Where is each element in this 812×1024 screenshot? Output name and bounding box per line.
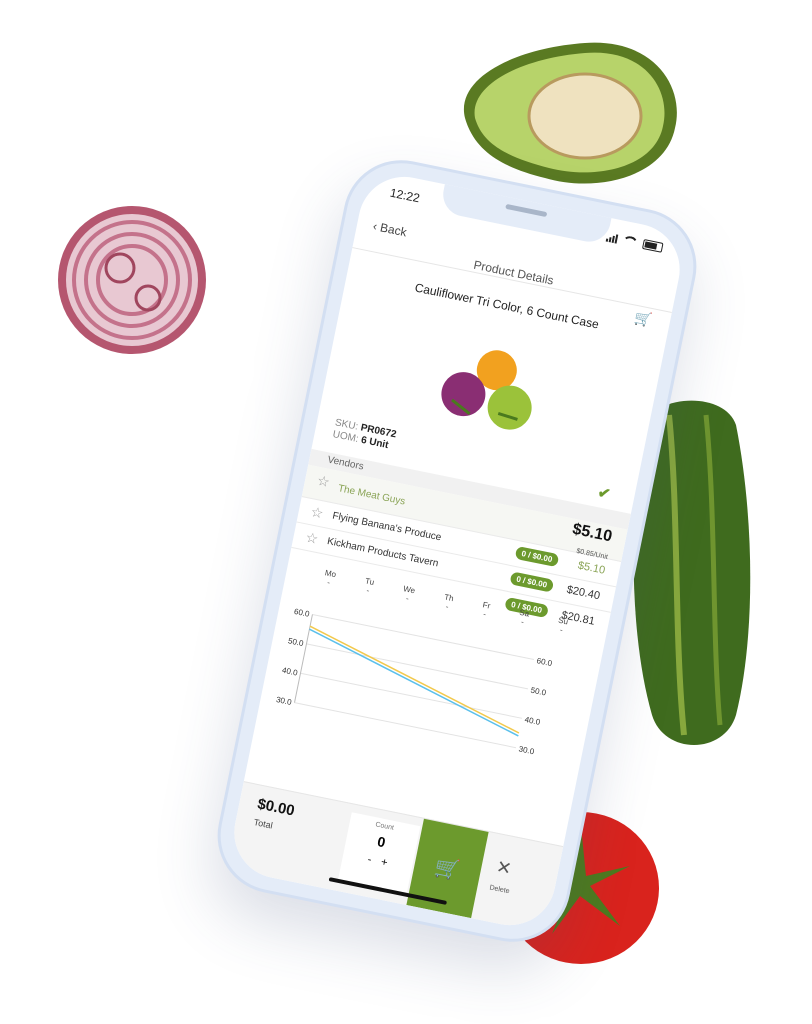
order-footer: $0.00 Total Count 0 - + 🛒 ✕ Delete: [226, 781, 564, 934]
back-button[interactable]: ‹ Back: [372, 219, 408, 240]
product-codes: SKU: PR0672 UOM: 6 Unit: [331, 417, 398, 453]
gridline: [300, 672, 523, 719]
day-fr: Fr -: [480, 600, 491, 619]
day-we: We -: [401, 584, 416, 604]
y-tick-left: 30.0: [275, 695, 293, 707]
product-image: [441, 350, 532, 430]
delete-label: Delete: [488, 884, 511, 896]
signal-icon: [605, 232, 619, 244]
wifi-icon: [621, 234, 640, 248]
vendor-price: $20.40: [565, 583, 602, 603]
day-value: -: [482, 609, 487, 619]
day-sa: Sa -: [517, 608, 530, 628]
day-tu: Tu -: [363, 576, 375, 595]
increment-button[interactable]: +: [380, 856, 389, 869]
day-su: Su -: [556, 616, 569, 636]
y-tick-left: 40.0: [281, 666, 299, 678]
y-tick-left: 60.0: [293, 607, 311, 619]
vendor-price: $5.10: [576, 559, 607, 577]
day-th: Th -: [442, 592, 454, 612]
cart-add-icon: 🛒: [433, 855, 462, 883]
order-pill[interactable]: 0 / $0.00: [514, 545, 560, 568]
y-tick-right: 50.0: [530, 686, 548, 698]
gridline: [294, 702, 517, 749]
order-pill[interactable]: 0 / $0.00: [509, 571, 555, 593]
status-time: 12:22: [388, 185, 421, 206]
day-mo: Mo -: [322, 568, 337, 588]
checkmark-icon: ✔: [596, 484, 612, 504]
decrement-button[interactable]: -: [366, 854, 372, 866]
red-onion-image: [58, 206, 206, 354]
order-total: $0.00 Total: [252, 795, 296, 837]
star-icon[interactable]: ☆: [309, 503, 325, 522]
y-tick-left: 50.0: [287, 636, 305, 648]
y-tick-right: 40.0: [524, 715, 542, 727]
star-icon[interactable]: ☆: [316, 472, 332, 491]
vendor-price: $5.10: [570, 520, 614, 546]
battery-icon: [641, 239, 664, 253]
y-tick-right: 30.0: [518, 744, 536, 756]
delete-button[interactable]: ✕ Delete: [488, 856, 516, 898]
gridline: [306, 643, 529, 690]
y-tick-right: 60.0: [536, 656, 554, 668]
total-label: Total: [252, 817, 274, 831]
status-icons: [605, 232, 664, 253]
close-icon: ✕: [494, 856, 514, 880]
total-value: $0.00: [255, 795, 297, 820]
y-axis: [294, 614, 313, 703]
star-icon[interactable]: ☆: [304, 529, 320, 548]
back-label: Back: [378, 220, 408, 240]
avocado-image: [463, 42, 677, 184]
vendor-name: The Meat Guys: [336, 483, 407, 508]
speaker-grille: [505, 203, 548, 218]
